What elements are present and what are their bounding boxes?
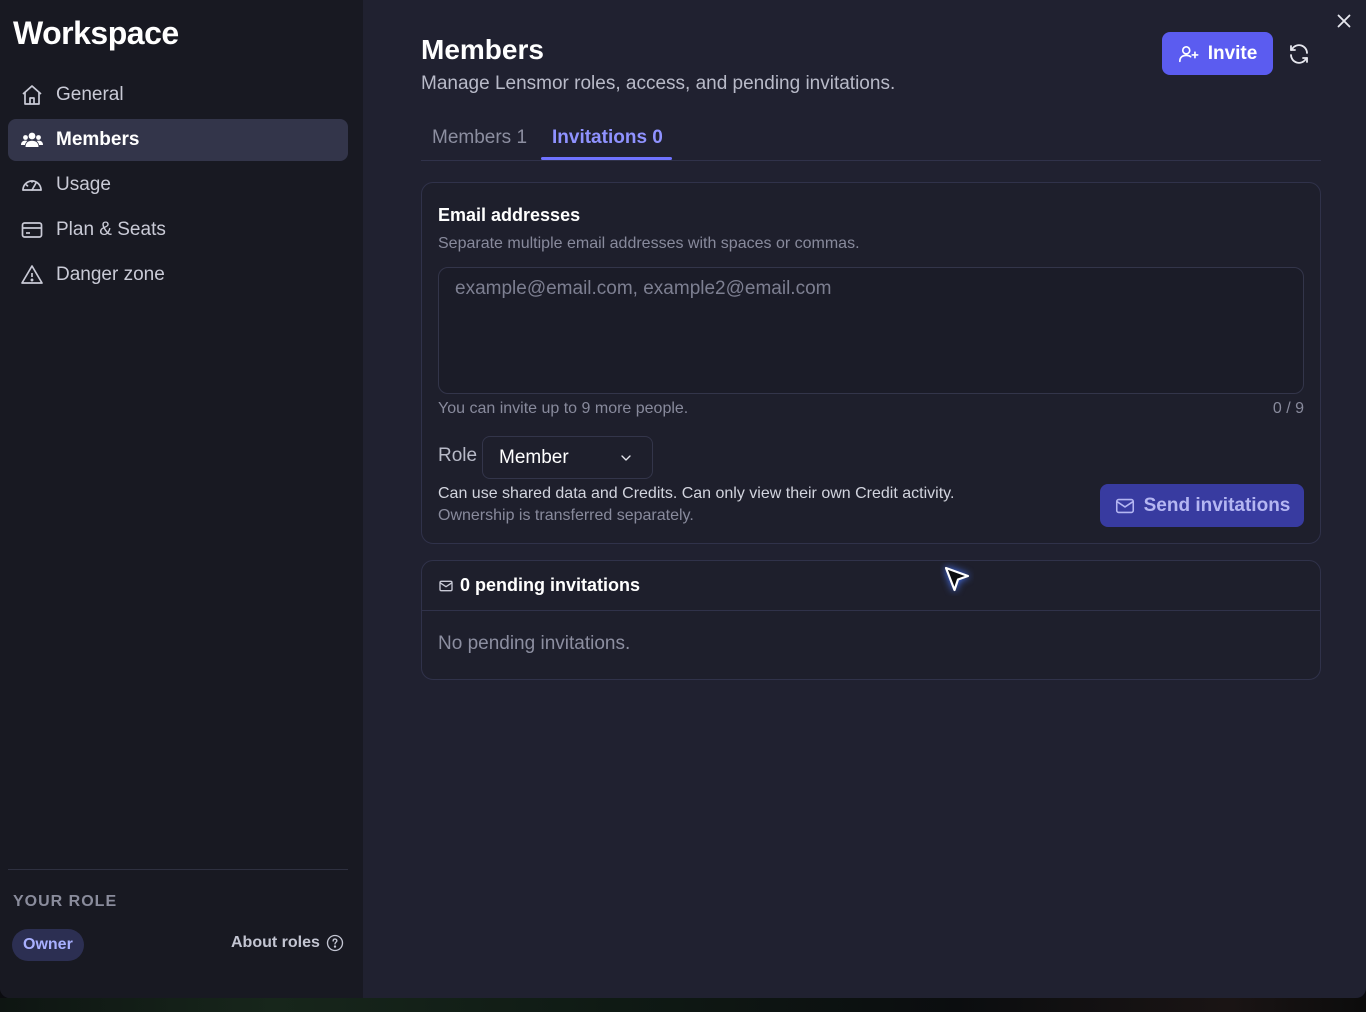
invite-count: 0 / 9 (1272, 400, 1304, 417)
role-label: Role (438, 445, 478, 466)
invite-button[interactable]: Invite (1162, 32, 1273, 75)
pending-invitations-header: 0 pending invitations (422, 561, 1320, 611)
invite-button-label: Invite (1207, 42, 1258, 64)
active-tab-indicator (541, 157, 672, 160)
your-role-heading: YOUR ROLE (13, 893, 118, 910)
page-title: Members (421, 34, 544, 65)
tab-members[interactable]: Members 1 (432, 127, 527, 149)
pending-empty-state: No pending invitations. (438, 633, 631, 654)
sidebar-item-label: Plan & Seats (56, 219, 166, 240)
user-plus-icon (1178, 45, 1199, 62)
role-description: Can use shared data and Credits. Can onl… (438, 485, 955, 502)
home-icon (19, 82, 45, 108)
sidebar-item-label: Usage (56, 174, 111, 195)
sidebar-item-danger-zone[interactable]: Danger zone (8, 254, 348, 296)
email-addresses-input[interactable] (438, 267, 1304, 394)
about-roles-label: About roles (231, 934, 320, 951)
refresh-icon[interactable] (1287, 42, 1311, 66)
tab-bar: Members 1 Invitations 0 (421, 120, 1321, 161)
email-addresses-hint: Separate multiple email addresses with s… (438, 235, 860, 252)
gauge-icon (19, 172, 45, 198)
send-invitations-label: Send invitations (1143, 494, 1291, 516)
invite-limit-text: You can invite up to 9 more people. (438, 400, 689, 417)
warning-icon (19, 262, 45, 288)
mail-icon (1115, 498, 1134, 513)
sidebar-nav: General Members Usage Plan & Seats Dange… (8, 74, 348, 299)
sidebar-item-label: Danger zone (56, 264, 165, 285)
users-icon (19, 127, 45, 153)
desktop-background-strip (0, 998, 1366, 1012)
sidebar-divider (8, 869, 348, 870)
tab-invitations[interactable]: Invitations 0 (552, 127, 663, 149)
sidebar-item-plan-seats[interactable]: Plan & Seats (8, 209, 348, 251)
close-icon[interactable] (1333, 10, 1355, 32)
page-subtitle: Manage Lensmor roles, access, and pendin… (421, 73, 896, 94)
send-invitations-button[interactable]: Send invitations (1100, 484, 1304, 527)
email-addresses-label: Email addresses (438, 205, 581, 225)
role-select[interactable]: Member (482, 436, 653, 479)
sidebar: Workspace General Members Usage Plan & S… (0, 0, 363, 998)
mail-icon (439, 580, 453, 591)
role-note: Ownership is transferred separately. (438, 507, 694, 524)
sidebar-title: Workspace (13, 15, 179, 51)
sidebar-item-general[interactable]: General (8, 74, 348, 116)
sidebar-item-label: General (56, 84, 124, 105)
sidebar-item-members[interactable]: Members (8, 119, 348, 161)
role-badge: Owner (12, 929, 84, 961)
workspace-settings-window: Workspace General Members Usage Plan & S… (0, 0, 1366, 998)
role-select-value: Member (499, 446, 569, 468)
invite-form-card: Email addresses Separate multiple email … (421, 182, 1321, 544)
sidebar-item-usage[interactable]: Usage (8, 164, 348, 206)
chevron-down-icon (621, 455, 631, 461)
credit-card-icon (19, 217, 45, 243)
about-roles-link[interactable]: About roles (231, 934, 344, 952)
sidebar-item-label: Members (56, 129, 140, 150)
help-circle-icon (326, 934, 344, 952)
pending-invitations-title: 0 pending invitations (460, 575, 641, 595)
pending-invitations-card: 0 pending invitations No pending invitat… (421, 560, 1321, 680)
